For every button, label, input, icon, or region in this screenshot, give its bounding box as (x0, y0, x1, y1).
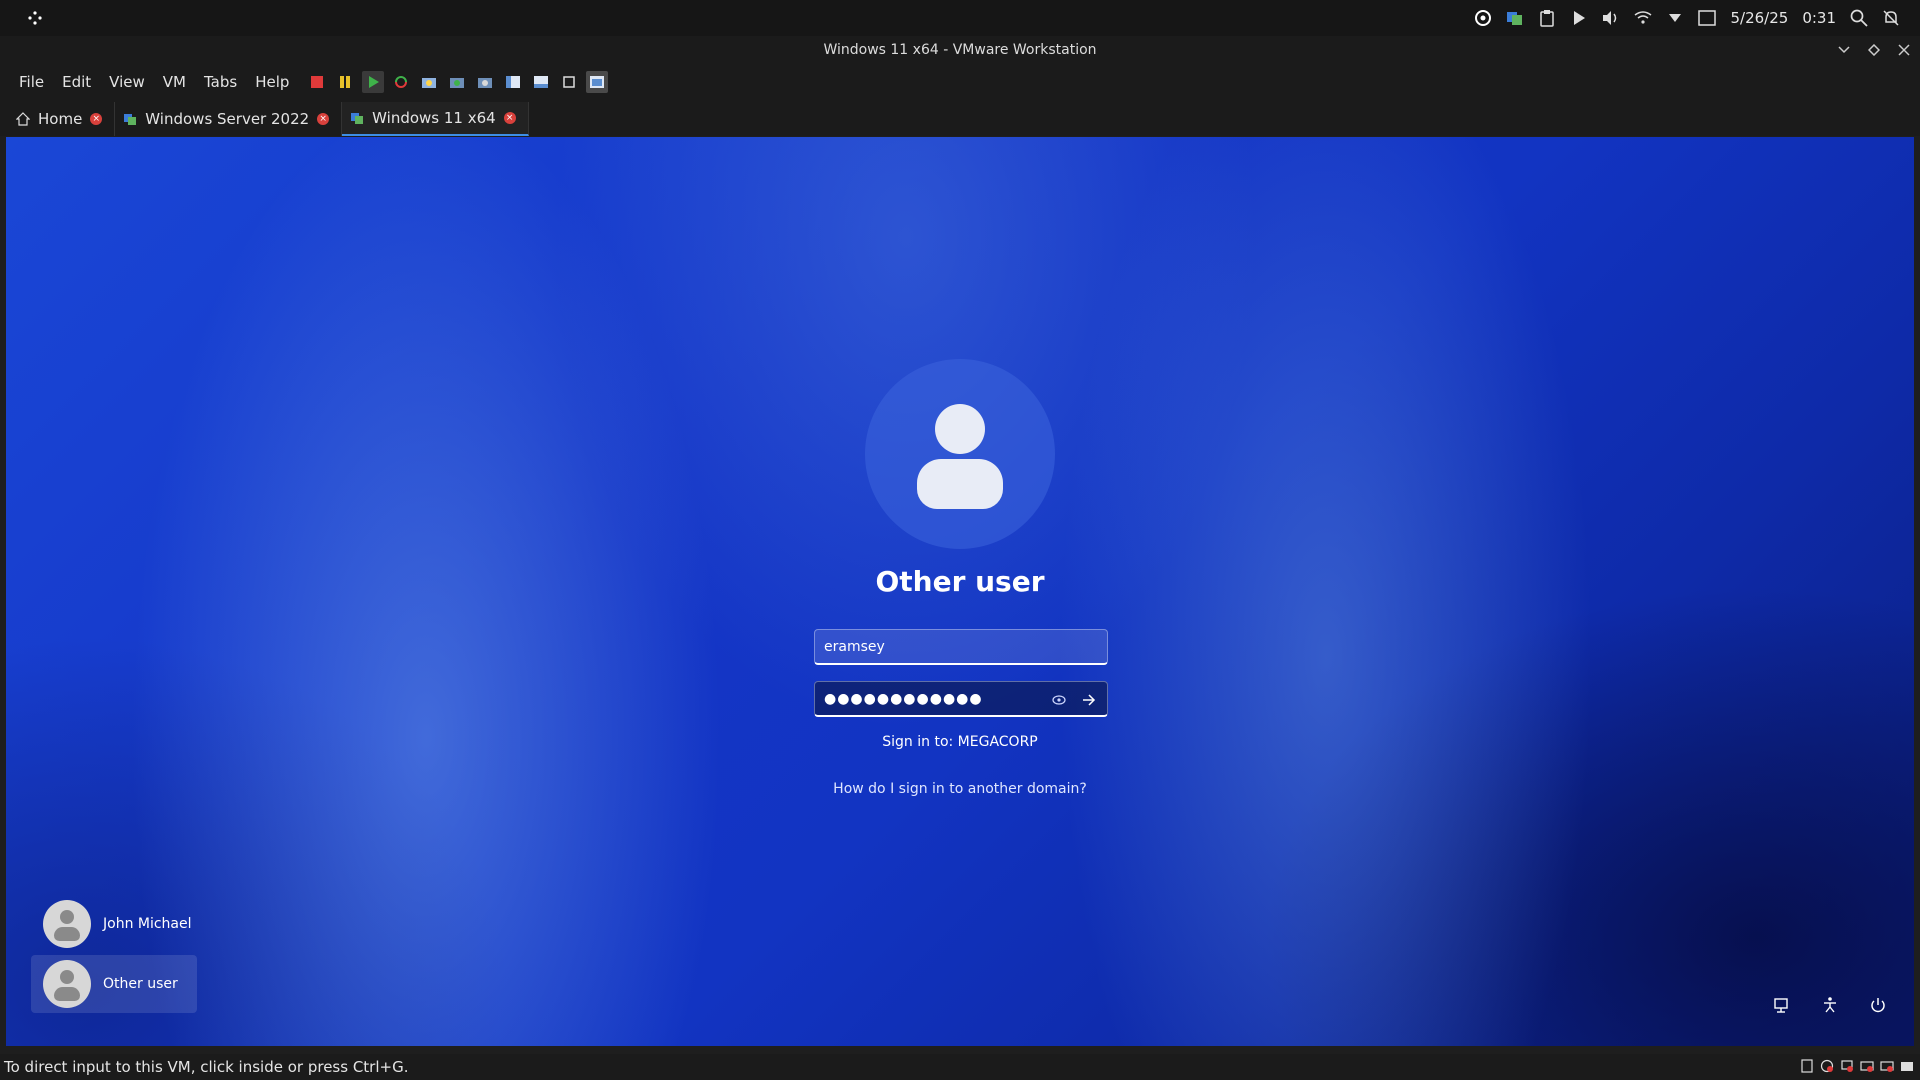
submit-arrow-icon[interactable] (1079, 690, 1099, 710)
network-icon[interactable] (1768, 991, 1796, 1019)
toolbar (306, 71, 609, 93)
user-list-item[interactable]: John Michael (31, 895, 197, 953)
manager-icon (478, 78, 493, 88)
window-titlebar: Windows 11 x64 - VMware Workstation (0, 36, 1920, 64)
system-panel: 5/26/25 0:31 (0, 0, 1920, 36)
library-icon (506, 76, 521, 88)
vm-screen[interactable]: Other user eramsey ●●●●●●●●●●●● Sign in … (6, 137, 1914, 1046)
wifi-icon[interactable] (1634, 9, 1652, 27)
accessibility-icon[interactable] (1816, 991, 1844, 1019)
notifications-icon[interactable] (1882, 9, 1900, 27)
user-list: John Michael Other user (31, 895, 197, 1015)
snapshot-manager-button[interactable] (474, 71, 496, 93)
user-list-item[interactable]: Other user (31, 955, 197, 1013)
pause-icon (340, 76, 351, 88)
restart-button[interactable] (390, 71, 412, 93)
message-icon[interactable] (1900, 1058, 1914, 1074)
search-icon[interactable] (1850, 9, 1868, 27)
menu-edit[interactable]: Edit (53, 69, 100, 95)
app-launcher-button[interactable] (0, 0, 70, 36)
menu-help[interactable]: Help (246, 69, 298, 95)
minimize-button[interactable] (1836, 42, 1852, 58)
hard-disk-icon[interactable] (1800, 1058, 1814, 1074)
revert-icon (450, 78, 465, 88)
tab-windows-11-x64[interactable]: Windows 11 x64 × (342, 102, 529, 136)
network-adapter-icon[interactable] (1840, 1058, 1854, 1074)
power-on-button[interactable] (362, 71, 385, 93)
cd-rom-icon[interactable] (1820, 1058, 1834, 1074)
tab-home[interactable]: Home × (8, 102, 116, 136)
menu-bar: File Edit View VM Tabs Help (0, 64, 1920, 100)
clock-date[interactable]: 5/26/25 (1730, 9, 1788, 27)
tab-label: Windows 11 x64 (372, 109, 496, 127)
close-button[interactable] (1896, 42, 1912, 58)
unity-icon (590, 76, 605, 88)
snapshot-button[interactable] (418, 71, 440, 93)
show-library-button[interactable] (502, 71, 524, 93)
menu-vm[interactable]: VM (154, 69, 195, 95)
thumbnail-icon (534, 76, 549, 88)
stop-icon (311, 76, 324, 88)
username-value: eramsey (824, 638, 885, 655)
sign-in-domain-text: Sign in to: MEGACORP (882, 734, 1038, 750)
maximize-button[interactable] (1866, 42, 1882, 58)
vm-icon (351, 113, 364, 124)
tray-expand-icon[interactable] (1666, 9, 1684, 27)
tab-windows-server-2022[interactable]: Windows Server 2022 × (115, 102, 343, 136)
username-field[interactable]: eramsey (814, 629, 1108, 665)
reveal-password-icon[interactable] (1051, 692, 1067, 708)
steam-tray-icon[interactable] (1474, 9, 1492, 27)
tab-close-button[interactable]: × (503, 112, 516, 124)
show-desktop-icon[interactable] (1698, 9, 1717, 27)
diamond-icon (1868, 44, 1880, 56)
status-bar: To direct input to this VM, click inside… (0, 1054, 1920, 1080)
clipboard-icon[interactable] (1538, 9, 1556, 27)
launcher-icon (28, 11, 42, 25)
chevron-down-icon (1838, 46, 1850, 54)
power-off-button[interactable] (306, 71, 328, 93)
fullscreen-icon (563, 76, 576, 88)
power-icon[interactable] (1864, 991, 1892, 1019)
tab-label: Windows Server 2022 (145, 110, 310, 128)
full-screen-button[interactable] (558, 71, 580, 93)
play-icon (369, 76, 380, 88)
snapshot-icon (422, 78, 437, 88)
user-avatar (865, 359, 1055, 549)
media-play-icon[interactable] (1570, 9, 1588, 27)
refresh-icon (395, 76, 408, 88)
avatar-head (935, 404, 985, 454)
password-field[interactable]: ●●●●●●●●●●●● (814, 681, 1108, 717)
menu-file[interactable]: File (10, 69, 53, 95)
clock-time[interactable]: 0:31 (1802, 9, 1836, 27)
usb-icon[interactable] (1860, 1058, 1874, 1074)
home-icon (16, 112, 30, 126)
user-name: Other user (103, 976, 178, 992)
menu-tabs[interactable]: Tabs (195, 69, 246, 95)
avatar-body (917, 459, 1003, 509)
other-domain-link[interactable]: How do I sign in to another domain? (6, 781, 1914, 797)
tab-close-button[interactable]: × (90, 113, 103, 125)
window-title: Windows 11 x64 - VMware Workstation (823, 42, 1097, 58)
user-name: John Michael (103, 916, 192, 932)
suspend-button[interactable] (334, 71, 356, 93)
user-avatar-small (43, 900, 91, 948)
vmware-tray-icon[interactable] (1506, 9, 1524, 27)
tab-bar: Home × Windows Server 2022 × Windows 11 … (0, 100, 1920, 136)
volume-icon[interactable] (1602, 9, 1620, 27)
user-avatar-small (43, 960, 91, 1008)
sound-card-icon[interactable] (1880, 1058, 1894, 1074)
status-message: To direct input to this VM, click inside… (4, 1058, 409, 1076)
vm-icon (124, 114, 137, 125)
password-value: ●●●●●●●●●●●● (824, 690, 983, 707)
login-username-title: Other user (875, 565, 1045, 598)
tab-label: Home (38, 110, 83, 128)
menu-view[interactable]: View (100, 69, 154, 95)
unity-button[interactable] (586, 71, 609, 93)
tab-close-button[interactable]: × (317, 113, 330, 125)
revert-snapshot-button[interactable] (446, 71, 468, 93)
close-icon (1898, 44, 1910, 56)
device-status-icons (1800, 1058, 1914, 1074)
show-thumbnail-button[interactable] (530, 71, 552, 93)
login-corner-buttons (1768, 991, 1892, 1019)
